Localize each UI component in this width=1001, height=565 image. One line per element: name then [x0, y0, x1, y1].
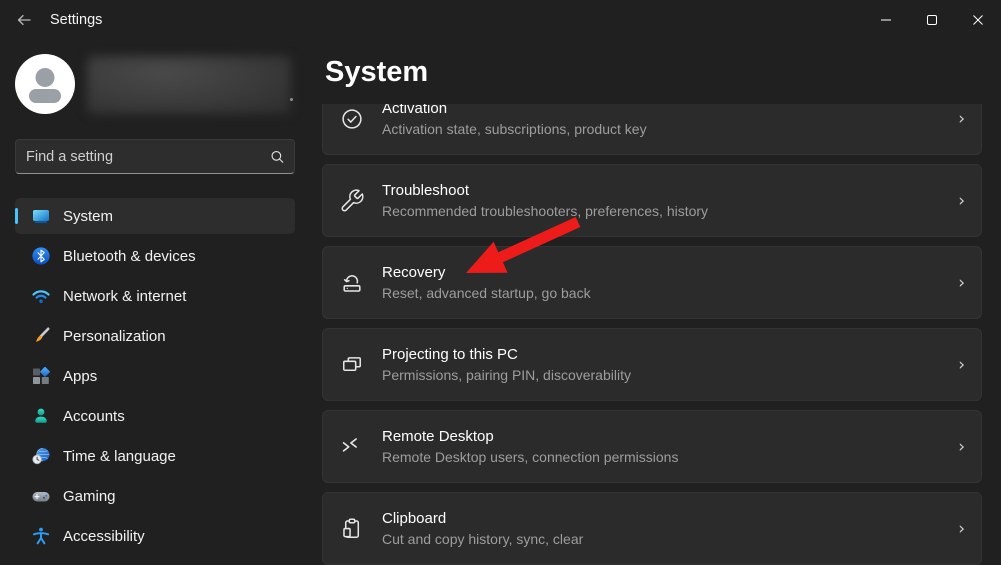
- sidebar-item-personalization[interactable]: Personalization: [15, 318, 295, 354]
- row-title: Projecting to this PC: [382, 346, 518, 363]
- sidebar-item-network-internet[interactable]: Network & internet: [15, 278, 295, 314]
- app-title: Settings: [50, 12, 103, 28]
- row-subtitle: Cut and copy history, sync, clear: [382, 531, 584, 547]
- close-button[interactable]: [955, 0, 1001, 40]
- row-title: Clipboard: [382, 510, 447, 527]
- sidebar-item-bluetooth-devices[interactable]: Bluetooth & devices: [15, 238, 295, 274]
- search-icon: [271, 150, 284, 163]
- page-title: System: [325, 56, 429, 88]
- chevron-right-icon: ›: [958, 436, 965, 457]
- sidebar-item-label: Accessibility: [63, 527, 145, 545]
- bluetooth-icon: [32, 247, 50, 265]
- maximize-icon: [927, 15, 937, 25]
- sidebar-item-apps[interactable]: Apps: [15, 358, 295, 394]
- settings-row-recovery[interactable]: Recovery Reset, advanced startup, go bac…: [322, 246, 982, 319]
- minimize-button[interactable]: [863, 0, 909, 40]
- selected-accent-pill: [15, 208, 18, 224]
- row-subtitle: Permissions, pairing PIN, discoverabilit…: [382, 367, 631, 383]
- row-subtitle: Remote Desktop users, connection permiss…: [382, 449, 679, 465]
- sidebar-item-label: Accounts: [63, 407, 125, 425]
- minimize-icon: [881, 19, 891, 21]
- time-language-icon: [32, 447, 50, 465]
- settings-row-projecting[interactable]: Projecting to this PC Permissions, pairi…: [322, 328, 982, 401]
- back-arrow-icon: [17, 14, 31, 26]
- row-title: Troubleshoot: [382, 182, 469, 199]
- activation-icon: [342, 108, 362, 129]
- network-icon: [32, 290, 50, 303]
- gaming-icon: [32, 492, 50, 502]
- row-title: Remote Desktop: [382, 428, 494, 445]
- settings-row-remote-desktop[interactable]: Remote Desktop Remote Desktop users, con…: [322, 410, 982, 483]
- sidebar-item-label: Gaming: [63, 487, 116, 505]
- sidebar-item-gaming[interactable]: Gaming: [15, 478, 295, 514]
- system-icon: [33, 210, 49, 223]
- user-profile[interactable]: [15, 54, 75, 114]
- back-button[interactable]: [8, 6, 40, 34]
- row-subtitle: Recommended troubleshooters, preferences…: [382, 203, 709, 219]
- row-subtitle: Activation state, subscriptions, product…: [382, 121, 647, 137]
- projecting-icon: [343, 356, 361, 371]
- sidebar-item-time-language[interactable]: Time & language: [15, 438, 295, 474]
- chevron-right-icon: ›: [958, 518, 965, 539]
- row-title: Activation: [382, 104, 448, 117]
- sidebar-item-label: Network & internet: [63, 287, 187, 305]
- search-input[interactable]: [16, 140, 294, 173]
- remote-desktop-icon: [342, 437, 357, 452]
- settings-list: Activation Activation state, subscriptio…: [322, 104, 982, 565]
- chevron-right-icon: ›: [958, 354, 965, 375]
- sidebar-nav: System Bluetooth & devices Network & int…: [15, 198, 295, 558]
- sidebar-item-accounts[interactable]: Accounts: [15, 398, 295, 434]
- settings-row-troubleshoot[interactable]: Troubleshoot Recommended troubleshooters…: [322, 164, 982, 237]
- apps-icon: [33, 366, 50, 384]
- clipboard-icon: [343, 517, 360, 538]
- accounts-icon: [35, 408, 47, 423]
- sidebar-item-label: Bluetooth & devices: [63, 247, 196, 265]
- accessibility-icon: [32, 527, 50, 545]
- settings-window: Settings Find a setting System Bluetooth…: [0, 0, 1001, 565]
- sidebar-item-label: Apps: [63, 367, 98, 385]
- sidebar-item-label: Time & language: [63, 447, 176, 465]
- personalization-icon: [36, 327, 50, 342]
- chevron-right-icon: ›: [958, 108, 965, 129]
- maximize-button[interactable]: [909, 0, 955, 40]
- redacted-text-dot: [290, 98, 293, 101]
- close-icon: [973, 15, 983, 25]
- titlebar: Settings: [0, 0, 1001, 40]
- settings-row-clipboard[interactable]: Clipboard Cut and copy history, sync, cl…: [322, 492, 982, 565]
- settings-row-activation[interactable]: Activation Activation state, subscriptio…: [322, 104, 982, 155]
- row-subtitle: Reset, advanced startup, go back: [382, 285, 591, 301]
- recovery-icon: [343, 274, 361, 292]
- person-icon: [29, 68, 61, 103]
- search-box: [15, 139, 295, 174]
- window-controls: [863, 0, 1001, 40]
- troubleshoot-icon: [341, 188, 364, 211]
- chevron-right-icon: ›: [958, 190, 965, 211]
- user-name-redacted: [87, 56, 291, 114]
- sidebar-item-accessibility[interactable]: Accessibility: [15, 518, 295, 554]
- sidebar-item-system[interactable]: System: [15, 198, 295, 234]
- sidebar-item-label: Personalization: [63, 327, 166, 345]
- chevron-right-icon: ›: [958, 272, 965, 293]
- row-title: Recovery: [382, 264, 446, 281]
- sidebar-item-label: System: [63, 207, 114, 225]
